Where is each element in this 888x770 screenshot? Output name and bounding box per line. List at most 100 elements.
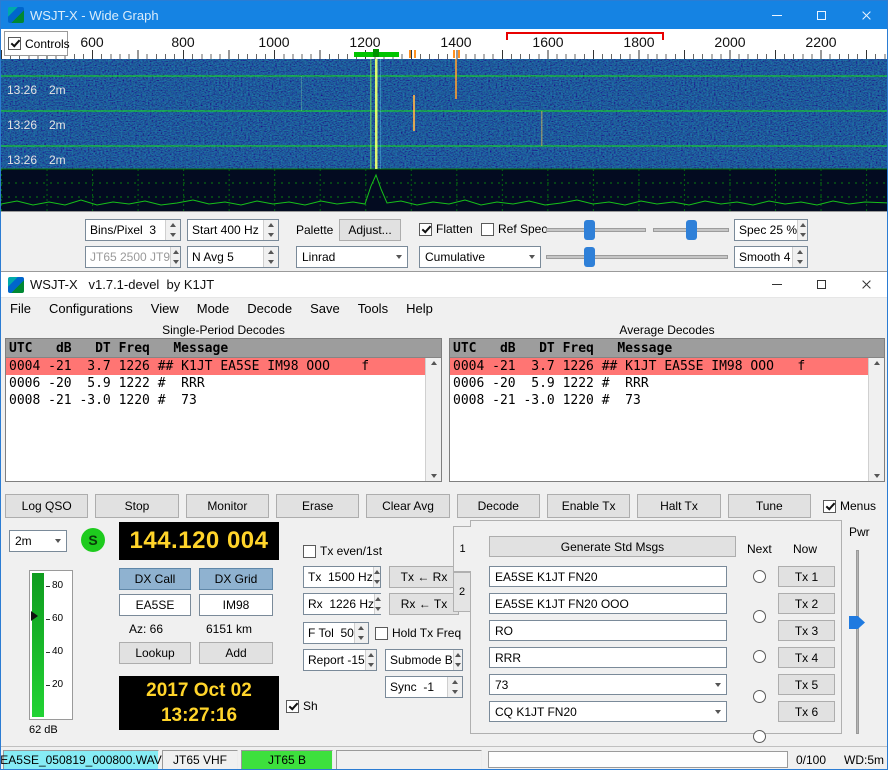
main-minimize-button[interactable] bbox=[754, 272, 799, 297]
scroll-down-icon[interactable] bbox=[431, 474, 437, 478]
menu-view[interactable]: View bbox=[142, 298, 188, 320]
decode-row[interactable]: 0008 -21 -3.0 1220 # 73 bbox=[450, 392, 868, 409]
single-decode-list[interactable]: 0004 -21 3.7 1226 ## K1JT EA5SE IM98 OOO… bbox=[6, 358, 425, 481]
tx-freq-spinner[interactable]: Tx 1500 Hz bbox=[303, 566, 381, 588]
sh-checkbox[interactable]: Sh bbox=[286, 699, 318, 713]
tune-button[interactable]: Tune bbox=[728, 494, 811, 518]
monitor-button[interactable]: Monitor bbox=[186, 494, 269, 518]
frequency-ruler[interactable]: Controls 600 800 1000 1200 1400 1600 180… bbox=[1, 29, 888, 59]
hold-tx-freq-checkbox[interactable]: Hold Tx Freq bbox=[375, 626, 461, 640]
f-tol-spinner[interactable]: F Tol 50 bbox=[303, 622, 369, 644]
flatten-checkbox[interactable]: Flatten bbox=[419, 222, 473, 236]
tx-message-6-combo[interactable]: CQ K1JT FN20 bbox=[489, 701, 727, 722]
spinner-arrows-icon[interactable] bbox=[797, 220, 807, 240]
chevron-down-icon[interactable] bbox=[710, 675, 726, 694]
tx-even-checkbox[interactable]: Tx even/1st bbox=[303, 544, 382, 558]
smooth-spinner[interactable]: Smooth 4 bbox=[734, 246, 808, 268]
chevron-down-icon[interactable] bbox=[710, 702, 726, 721]
menus-checkbox[interactable]: Menus bbox=[823, 499, 876, 513]
tx-from-rx-button[interactable]: Tx ← Rx bbox=[389, 566, 459, 588]
start-freq-spinner[interactable]: Start 400 Hz bbox=[187, 219, 279, 241]
ref-spec-checkbox[interactable]: Ref Spec bbox=[481, 222, 547, 236]
tx-message-5-combo[interactable]: 73 bbox=[489, 674, 727, 695]
zero-slider[interactable] bbox=[653, 220, 729, 240]
menu-tools[interactable]: Tools bbox=[349, 298, 397, 320]
controls-checkbox[interactable]: Controls bbox=[4, 31, 68, 56]
wg-maximize-button[interactable] bbox=[799, 1, 844, 29]
slider-groove[interactable] bbox=[856, 550, 859, 734]
scroll-up-icon[interactable] bbox=[874, 361, 880, 365]
slider-groove[interactable] bbox=[546, 255, 728, 259]
scroll-up-icon[interactable] bbox=[431, 361, 437, 365]
decode-button[interactable]: Decode bbox=[457, 494, 540, 518]
chevron-down-icon[interactable] bbox=[524, 247, 540, 267]
n-avg-spinner[interactable]: N Avg 5 bbox=[187, 246, 279, 268]
tx-message-3-input[interactable]: RO bbox=[489, 620, 727, 641]
next-radio-3[interactable] bbox=[753, 650, 766, 663]
tab-1[interactable]: 1 bbox=[453, 526, 471, 572]
spinner-arrows-icon[interactable] bbox=[447, 677, 462, 697]
spinner-arrows-icon[interactable] bbox=[792, 247, 807, 267]
report-spinner[interactable]: Report -15 bbox=[303, 649, 377, 671]
bins-pixel-spinner[interactable]: Bins/Pixel 3 bbox=[85, 219, 181, 241]
tab-2[interactable]: 2 bbox=[453, 572, 471, 612]
tx-message-4-input[interactable]: RRR bbox=[489, 647, 727, 668]
wide-graph-titlebar[interactable]: WSJT-X - Wide Graph bbox=[1, 1, 888, 29]
clear-avg-button[interactable]: Clear Avg bbox=[366, 494, 449, 518]
next-radio-1[interactable] bbox=[753, 570, 766, 583]
band-combo[interactable]: 2m bbox=[9, 530, 67, 552]
dx-call-input[interactable]: EA5SE bbox=[119, 594, 191, 616]
tx1-button[interactable]: Tx 1 bbox=[778, 566, 835, 587]
dx-grid-input[interactable]: IM98 bbox=[199, 594, 273, 616]
lookup-button[interactable]: Lookup bbox=[119, 642, 191, 664]
log-qso-button[interactable]: Log QSO bbox=[5, 494, 88, 518]
wg-minimize-button[interactable] bbox=[754, 1, 799, 29]
tx2-button[interactable]: Tx 2 bbox=[778, 593, 835, 614]
slider-handle[interactable] bbox=[849, 616, 865, 629]
tx-message-2-input[interactable]: EA5SE K1JT FN20 OOO bbox=[489, 593, 727, 614]
decode-row[interactable]: 0004 -21 3.7 1226 ## K1JT EA5SE IM98 OOO… bbox=[450, 358, 868, 375]
main-close-button[interactable] bbox=[844, 272, 888, 297]
add-button[interactable]: Add bbox=[199, 642, 273, 664]
slider-groove[interactable] bbox=[546, 228, 646, 232]
tx6-button[interactable]: Tx 6 bbox=[778, 701, 835, 722]
rx-from-tx-button[interactable]: Rx ← Tx bbox=[389, 593, 459, 615]
tx5-button[interactable]: Tx 5 bbox=[778, 674, 835, 695]
tx3-button[interactable]: Tx 3 bbox=[778, 620, 835, 641]
menu-mode[interactable]: Mode bbox=[188, 298, 239, 320]
slider-handle[interactable] bbox=[686, 220, 697, 240]
spinner-arrows-icon[interactable] bbox=[365, 650, 376, 670]
generate-std-msgs-button[interactable]: Generate Std Msgs bbox=[489, 536, 736, 557]
decode-row[interactable]: 0006 -20 5.9 1222 # RRR bbox=[450, 375, 868, 392]
wg-close-button[interactable] bbox=[844, 1, 888, 29]
next-radio-2[interactable] bbox=[753, 610, 766, 623]
chevron-down-icon[interactable] bbox=[391, 247, 407, 267]
halt-tx-button[interactable]: Halt Tx bbox=[637, 494, 720, 518]
main-titlebar[interactable]: WSJT-X v1.7.1-devel by K1JT bbox=[1, 272, 888, 298]
spinner-arrows-icon[interactable] bbox=[263, 220, 278, 240]
chevron-down-icon[interactable] bbox=[50, 531, 66, 551]
decode-row[interactable]: 0004 -21 3.7 1226 ## K1JT EA5SE IM98 OOO… bbox=[6, 358, 425, 375]
erase-button[interactable]: Erase bbox=[276, 494, 359, 518]
next-radio-4[interactable] bbox=[753, 690, 766, 703]
enable-tx-button[interactable]: Enable Tx bbox=[547, 494, 630, 518]
menu-configurations[interactable]: Configurations bbox=[40, 298, 142, 320]
pwr-slider[interactable] bbox=[847, 550, 867, 734]
spinner-arrows-icon[interactable] bbox=[354, 623, 368, 643]
scrollbar[interactable] bbox=[425, 358, 441, 481]
spinner-arrows-icon[interactable] bbox=[373, 567, 380, 587]
averaging-slider[interactable] bbox=[546, 247, 728, 267]
menu-decode[interactable]: Decode bbox=[238, 298, 301, 320]
gain-slider[interactable] bbox=[546, 220, 646, 240]
next-radio-5[interactable] bbox=[753, 730, 766, 743]
scrollbar[interactable] bbox=[868, 358, 884, 481]
average-decode-list[interactable]: 0004 -21 3.7 1226 ## K1JT EA5SE IM98 OOO… bbox=[450, 358, 868, 481]
menu-file[interactable]: File bbox=[1, 298, 40, 320]
spec-percent-spinner[interactable]: Spec 25 % bbox=[734, 219, 808, 241]
spinner-arrows-icon[interactable] bbox=[453, 650, 462, 670]
palette-combo[interactable]: Linrad bbox=[296, 246, 408, 268]
dx-call-button[interactable]: DX Call bbox=[119, 568, 191, 590]
sync-spinner[interactable]: Sync -1 bbox=[385, 676, 463, 698]
main-maximize-button[interactable] bbox=[799, 272, 844, 297]
adjust-button[interactable]: Adjust... bbox=[339, 219, 401, 241]
